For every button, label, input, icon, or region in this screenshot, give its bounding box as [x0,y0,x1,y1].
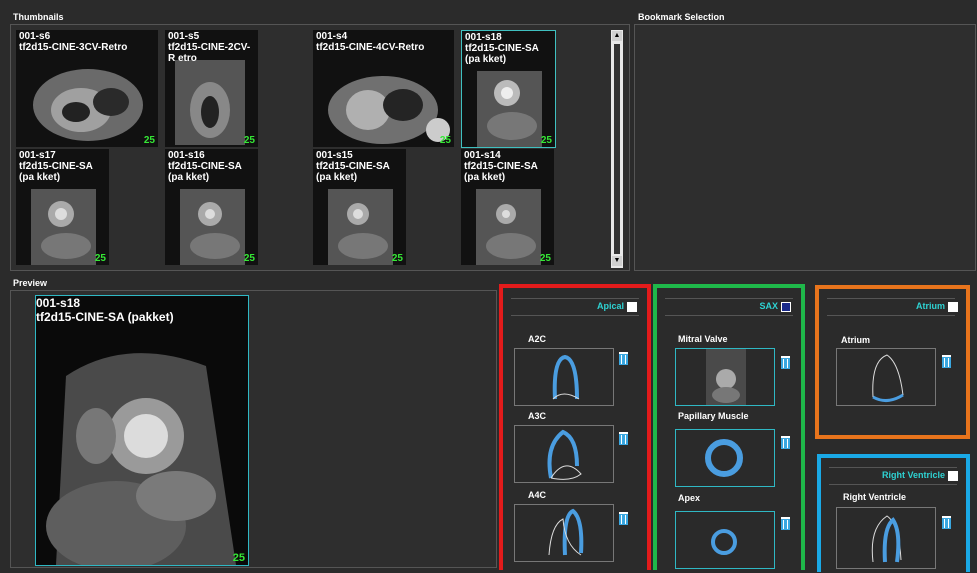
thumbnail-desc: tf2d15-CINE-SA (pa kket) [465,43,539,65]
trash-icon[interactable] [618,510,629,526]
thumbnail-s18[interactable]: 001-s18 tf2d15-CINE-SA (pa kket) 25 [461,30,556,148]
contour-atrium-icon [872,354,904,402]
slot-a4c[interactable] [514,504,614,562]
preview-header: Preview [13,278,48,288]
trash-icon[interactable] [780,434,791,450]
slot-mitral-valve[interactable] [675,348,775,406]
thumbnail-s17[interactable]: 001-s17 tf2d15-CINE-SA (pa kket) 25 [16,149,109,265]
sax-checkbox[interactable] [781,301,791,312]
contour-a2c-icon [552,354,580,400]
slot-label-mitral-valve: Mitral Valve [678,334,728,344]
contour-papillary-muscle-icon [705,439,743,477]
scrollbar-thumb[interactable] [614,44,620,254]
thumbnail-s4[interactable]: 001-s4 tf2d15-CINE-4CV-Retro 25 [313,30,454,147]
trash-icon[interactable] [780,354,791,370]
slot-atrium[interactable] [836,348,936,406]
trash-icon[interactable] [618,430,629,446]
slot-label-apex: Apex [678,493,701,503]
scroll-up-icon[interactable]: ▲ [612,31,622,41]
thumbnail-id: 001-s15 [316,150,353,161]
sax-title: SAX [759,301,791,312]
trash-icon[interactable] [780,515,791,531]
frame-count: 25 [243,253,255,264]
frame-count: 25 [439,135,451,146]
thumbnail-s6[interactable]: 001-s6 tf2d15-CINE-3CV-Retro 25 [16,30,158,147]
slot-label-right-ventricle: Right Ventricle [843,492,907,502]
thumbnail-id: 001-s5 [168,31,200,42]
frame-count: 25 [540,135,552,146]
frame-count: 25 [539,253,551,264]
apical-checkbox[interactable] [627,301,637,312]
thumbnail-id: 001-s14 [464,150,501,161]
preview-desc: tf2d15-CINE-SA (pakket) [36,310,174,324]
slot-papillary-muscle[interactable] [675,429,775,487]
frame-count: 25 [232,552,245,564]
thumbnail-desc: tf2d15-CINE-2CV-R etro [168,42,251,64]
thumbnail-desc: tf2d15-CINE-4CV-Retro [316,42,425,53]
apical-group: Apical A2C A3C A4C [499,284,651,570]
slot-a2c[interactable] [514,348,614,406]
contour-apex-icon [711,529,737,555]
thumbnails-scrollbar[interactable]: ▲ ▼ [611,30,623,268]
contour-right-ventricle-icon [871,515,902,563]
thumbnail-s5[interactable]: 001-s5 tf2d15-CINE-2CV-R etro 25 [165,30,258,147]
thumbnails-header: Thumbnails [13,12,64,22]
apical-title: Apical [597,301,637,312]
thumbnail-id: 001-s17 [19,150,56,161]
trash-icon[interactable] [941,514,952,530]
preview-id: 001-s18 [36,296,81,310]
right-ventricle-title: Right Ventricle [882,470,958,481]
thumbnail-id: 001-s4 [316,31,348,42]
contour-a3c-icon [547,429,582,480]
right-ventricle-checkbox[interactable] [948,470,958,481]
slot-label-a4c: A4C [528,490,547,500]
atrium-group: Atrium Atrium [815,285,970,439]
thumbnail-s16[interactable]: 001-s16 tf2d15-CINE-SA (pa kket) 25 [165,149,258,265]
trash-icon[interactable] [618,350,629,366]
thumbnail-id: 001-s6 [19,31,51,42]
preview-image[interactable]: 001-s18 tf2d15-CINE-SA (pakket) 25 [35,295,249,566]
right-ventricle-group: Right Ventricle Right Ventricle [817,454,970,572]
thumbnail-desc: tf2d15-CINE-SA (pa kket) [19,161,93,183]
frame-count: 25 [391,253,403,264]
contour-a4c-icon [548,508,584,556]
scroll-down-icon[interactable]: ▼ [612,256,622,266]
frame-count: 25 [243,135,255,146]
cardiac-image [46,353,236,565]
slot-apex[interactable] [675,511,775,569]
bookmark-header: Bookmark Selection [638,12,725,22]
slot-label-atrium: Atrium [841,335,870,345]
thumbnail-id: 001-s16 [168,150,205,161]
mitral-valve-image [706,349,746,405]
slot-a3c[interactable] [514,425,614,483]
frame-count: 25 [94,253,106,264]
thumbnail-desc: tf2d15-CINE-SA (pa kket) [168,161,242,183]
thumbnail-desc: tf2d15-CINE-SA (pa kket) [464,161,538,183]
slot-label-a3c: A3C [528,411,547,421]
atrium-checkbox[interactable] [948,301,958,312]
frame-count: 25 [143,135,155,146]
sax-group: SAX Mitral Valve Papillary Muscle Apex [653,284,805,570]
atrium-title: Atrium [916,301,958,312]
thumbnail-desc: tf2d15-CINE-3CV-Retro [19,42,128,53]
slot-label-a2c: A2C [528,334,547,344]
bookmark-panel [634,24,976,271]
thumbnail-s15[interactable]: 001-s15 tf2d15-CINE-SA (pa kket) 25 [313,149,406,265]
thumbnail-desc: tf2d15-CINE-SA (pa kket) [316,161,390,183]
slot-label-papillary-muscle: Papillary Muscle [678,411,749,421]
slot-right-ventricle[interactable] [836,507,936,569]
thumbnail-id: 001-s18 [465,32,502,43]
trash-icon[interactable] [941,353,952,369]
thumbnail-s14[interactable]: 001-s14 tf2d15-CINE-SA (pa kket) 25 [461,149,554,265]
